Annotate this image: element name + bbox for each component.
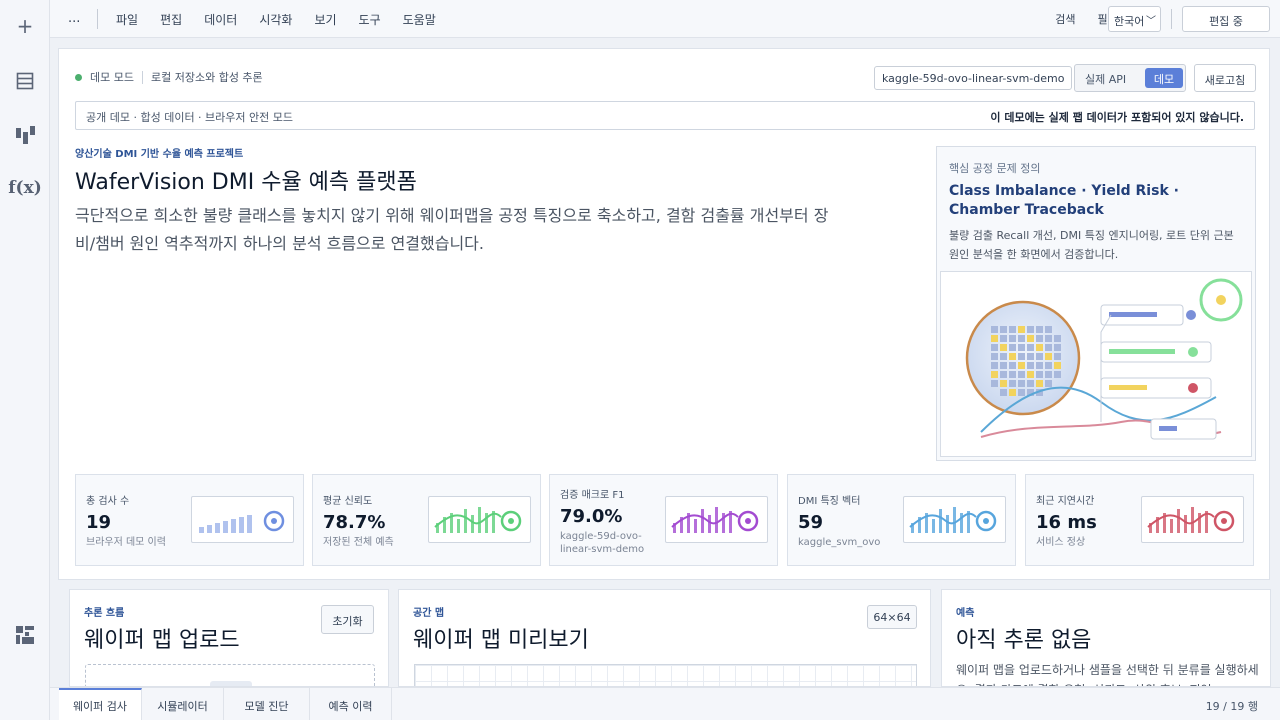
dashboard-icon[interactable]	[16, 626, 34, 648]
chevron-down-icon: ﹀	[1146, 16, 1156, 27]
stat-sub: kaggle_svm_ovo	[798, 537, 881, 548]
menu-file[interactable]: 파일	[116, 11, 138, 28]
sparkline-icon	[191, 496, 294, 543]
menu-data[interactable]: 데이터	[204, 11, 237, 28]
wafer-illustration	[940, 271, 1252, 457]
stat-card-dmi: DMI 특징 벡터 59 kaggle_svm_ovo	[787, 474, 1016, 566]
card-eyebrow: 예측	[956, 608, 975, 619]
card-eyebrow: 공간 맵	[413, 608, 445, 619]
search-button[interactable]: 검색	[1055, 11, 1075, 27]
stat-label: DMI 특징 벡터	[798, 496, 861, 507]
language-value: 한국어	[1114, 15, 1145, 28]
stat-sub: kaggle-59d-ovo-linear-svm-demo	[560, 531, 645, 555]
divider	[97, 9, 98, 29]
stat-label: 총 검사 수	[86, 496, 130, 507]
page-title: WaferVision DMI 수율 예측 플랫폼	[75, 170, 417, 195]
menu-bar: 파일 편집 데이터 시각화 보기 도구 도움말	[116, 11, 458, 28]
tab-prediction-history[interactable]: 예측 이력	[310, 688, 392, 720]
stat-sub: 브라우저 데모 이력	[86, 537, 166, 548]
tab-simulator[interactable]: 시뮬레이터	[142, 688, 224, 720]
formula-icon[interactable]: f(x)	[0, 178, 50, 198]
storage-label: 로컬 저장소와 합성 추론	[150, 71, 263, 84]
prediction-card: 예측 아직 추론 없음 웨이퍼 맵을 업로드하거나 샘플을 선택한 뒤 분류를 …	[941, 589, 1271, 687]
card-eyebrow: 추론 흐름	[84, 608, 125, 619]
real-api-option[interactable]: 실제 API	[1085, 71, 1126, 87]
upload-dropzone[interactable]	[85, 664, 375, 686]
model-id-field[interactable]: kaggle-59d-ovo-linear-svm-demo	[874, 66, 1073, 90]
bottom-tabs: 웨이퍼 검사 시뮬레이터 모델 진단 예측 이력 19 / 19 행	[50, 687, 1280, 720]
page-description: 극단적으로 희소한 불량 클래스를 놓치지 않기 위해 웨이퍼맵을 공정 특징으…	[75, 206, 829, 253]
problem-label: 핵심 공정 문제 정의	[949, 162, 1041, 175]
stat-card-total: 총 검사 수 19 브라우저 데모 이력	[75, 474, 304, 566]
row-count: 19 / 19 행	[1205, 700, 1258, 713]
demo-mode-label: 데모 모드	[90, 71, 134, 84]
api-mode-toggle: 실제 API 데모	[1074, 64, 1186, 92]
stat-label: 최근 지연시간	[1036, 496, 1095, 507]
sparkline-icon	[903, 496, 1006, 543]
table-icon[interactable]	[16, 72, 34, 94]
stat-card-f1: 검증 매크로 F1 79.0% kaggle-59d-ovo-linear-sv…	[549, 474, 778, 566]
preview-card: 공간 맵 웨이퍼 맵 미리보기 64×64	[398, 589, 931, 687]
demo-status: 데모 모드 로컬 저장소와 합성 추론	[75, 69, 263, 85]
divider	[1171, 9, 1172, 29]
stat-value: 19	[86, 512, 112, 533]
demo-option[interactable]: 데모	[1145, 68, 1183, 88]
status-dot-icon	[75, 73, 82, 81]
stat-sub: 저장된 전체 예측	[323, 537, 394, 548]
stat-sub: 서비스 정상	[1036, 537, 1086, 548]
stat-label: 평균 신뢰도	[323, 496, 373, 507]
stat-card-confidence: 평균 신뢰도 78.7% 저장된 전체 예측	[312, 474, 541, 566]
card-title: 웨이퍼 맵 업로드	[84, 628, 240, 653]
chart-icon[interactable]	[16, 126, 36, 150]
sparkline-icon	[428, 496, 531, 543]
stat-label: 검증 매크로 F1	[560, 490, 625, 501]
problem-title: Class Imbalance · Yield Risk · Chamber T…	[949, 183, 1179, 218]
card-title: 웨이퍼 맵 미리보기	[413, 628, 589, 653]
menu-view[interactable]: 보기	[314, 11, 336, 28]
stat-value: 78.7%	[323, 512, 386, 533]
tab-wafer-inspection[interactable]: 웨이퍼 검사	[59, 688, 142, 720]
divider	[141, 70, 143, 84]
problem-text: 불량 검출 Recall 개선, DMI 특징 엔지니어링, 로트 단위 근본 …	[949, 229, 1234, 261]
grid-size-badge: 64×64	[867, 605, 917, 629]
top-toolbar: ... 파일 편집 데이터 시각화 보기 도구 도움말 검색 필터 설정 한국어…	[50, 0, 1280, 38]
language-select[interactable]: 한국어 ﹀	[1108, 6, 1161, 32]
project-eyebrow: 양산기술 DMI 기반 수율 예측 프로젝트	[75, 149, 244, 160]
more-menu[interactable]: ...	[68, 11, 80, 26]
stat-value: 79.0%	[560, 506, 623, 527]
menu-visualize[interactable]: 시각화	[259, 11, 292, 28]
card-body: 웨이퍼 맵을 업로드하거나 샘플을 선택한 뒤 분류를 실행하세요. 결과 카드…	[956, 663, 1259, 686]
notice-left: 공개 데모 · 합성 데이터 · 브라우저 안전 모드	[86, 111, 294, 124]
demo-notice: 공개 데모 · 합성 데이터 · 브라우저 안전 모드 이 데모에는 실제 팹 …	[75, 101, 1255, 130]
reset-button[interactable]: 초기화	[321, 605, 374, 634]
stat-card-latency: 최근 지연시간 16 ms 서비스 정상	[1025, 474, 1254, 566]
card-title: 아직 추론 없음	[956, 628, 1092, 653]
stat-value: 16 ms	[1036, 512, 1097, 533]
tab-model-diagnostics[interactable]: 모델 진단	[224, 688, 310, 720]
edit-mode-button[interactable]: 편집 중	[1182, 6, 1270, 32]
notice-right: 이 데모에는 실제 팹 데이터가 포함되어 있지 않습니다.	[990, 111, 1244, 124]
problem-definition-card: 핵심 공정 문제 정의 Class Imbalance · Yield Risk…	[936, 146, 1256, 461]
upload-card: 추론 흐름 웨이퍼 맵 업로드 초기화	[69, 589, 389, 687]
sparkline-icon	[665, 496, 768, 543]
sparkline-icon	[1141, 496, 1244, 543]
menu-edit[interactable]: 편집	[160, 11, 182, 28]
main-panel: 데모 모드 로컬 저장소와 합성 추론 kaggle-59d-ovo-linea…	[58, 48, 1270, 580]
menu-tools[interactable]: 도구	[359, 11, 381, 28]
left-rail: + f(x)	[0, 0, 50, 720]
wafer-map-canvas[interactable]	[414, 664, 917, 686]
add-icon[interactable]: +	[0, 14, 50, 38]
menu-help[interactable]: 도움말	[403, 11, 436, 28]
stat-value: 59	[798, 512, 824, 533]
refresh-button[interactable]: 새로고침	[1194, 64, 1256, 92]
